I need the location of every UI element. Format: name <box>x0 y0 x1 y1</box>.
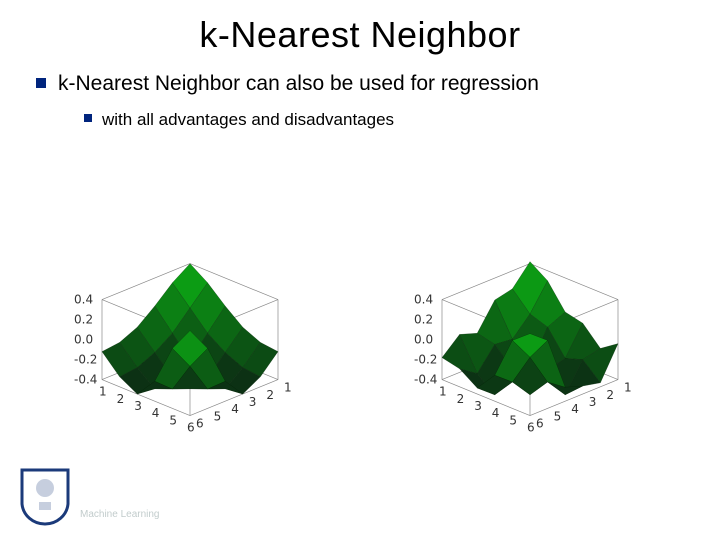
svg-text:5: 5 <box>554 409 562 423</box>
sub-bullet-list: with all advantages and disadvantages <box>58 108 690 132</box>
slide: k-Nearest Neighbor k-Nearest Neighbor ca… <box>0 0 720 540</box>
svg-text:3: 3 <box>474 399 482 413</box>
svg-text:3: 3 <box>249 395 257 409</box>
svg-text:-0.4: -0.4 <box>414 373 437 387</box>
svg-text:0.4: 0.4 <box>74 293 93 307</box>
svg-text:3: 3 <box>134 399 142 413</box>
footer-text: Machine Learning <box>80 509 160 520</box>
svg-text:2: 2 <box>457 392 465 406</box>
bullet-list: k-Nearest Neighbor can also be used for … <box>30 70 690 132</box>
bullet-level1-text: k-Nearest Neighbor can also be used for … <box>58 72 539 95</box>
svg-text:6: 6 <box>536 417 544 431</box>
svg-text:4: 4 <box>571 402 579 416</box>
plot-row: -0.4-0.20.00.20.4123456123456 -0.4-0.20.… <box>0 220 720 480</box>
svg-text:6: 6 <box>527 421 535 435</box>
slide-title: k-Nearest Neighbor <box>30 14 690 56</box>
bullet-level1: k-Nearest Neighbor can also be used for … <box>36 70 690 132</box>
svg-text:-0.2: -0.2 <box>414 353 437 367</box>
svg-text:5: 5 <box>169 413 177 427</box>
bullet-level2: with all advantages and disadvantages <box>84 108 690 132</box>
svg-text:0.2: 0.2 <box>74 313 93 327</box>
surface-plot-noisy: -0.4-0.20.00.20.4123456123456 <box>375 220 685 480</box>
svg-text:2: 2 <box>606 388 614 402</box>
svg-text:4: 4 <box>152 406 160 420</box>
university-crest-icon <box>18 466 72 526</box>
svg-text:2: 2 <box>117 392 125 406</box>
svg-text:1: 1 <box>284 381 292 395</box>
svg-text:4: 4 <box>492 406 500 420</box>
svg-text:3: 3 <box>589 395 597 409</box>
svg-text:-0.2: -0.2 <box>74 353 97 367</box>
svg-text:2: 2 <box>266 388 274 402</box>
svg-text:1: 1 <box>439 385 447 399</box>
svg-text:0.0: 0.0 <box>74 333 93 347</box>
bullet-level2-text: with all advantages and disadvantages <box>102 110 394 129</box>
svg-text:1: 1 <box>624 381 632 395</box>
surface-plot-smooth: -0.4-0.20.00.20.4123456123456 <box>35 220 345 480</box>
svg-text:1: 1 <box>99 385 107 399</box>
svg-text:-0.4: -0.4 <box>74 373 97 387</box>
svg-text:4: 4 <box>231 402 239 416</box>
svg-text:0.4: 0.4 <box>414 293 433 307</box>
svg-text:6: 6 <box>196 417 204 431</box>
svg-text:5: 5 <box>509 413 517 427</box>
svg-text:6: 6 <box>187 421 195 435</box>
svg-text:5: 5 <box>214 409 222 423</box>
svg-text:0.0: 0.0 <box>414 333 433 347</box>
svg-text:0.2: 0.2 <box>414 313 433 327</box>
